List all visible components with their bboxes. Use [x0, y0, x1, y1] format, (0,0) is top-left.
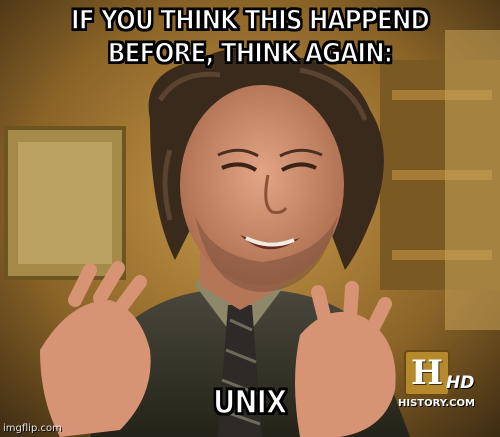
top-caption-line-1: IF YOU THINK THIS HAPPEND [70, 4, 430, 37]
channel-url: HISTORY.COM [398, 398, 475, 409]
top-caption-line-2: BEFORE, THINK AGAIN: [107, 37, 394, 70]
meme-image: IF YOU THINK THIS HAPPEND BEFORE, THINK … [0, 0, 500, 437]
bottom-caption-text: UNIX [213, 382, 289, 422]
top-caption: IF YOU THINK THIS HAPPEND BEFORE, THINK … [0, 4, 500, 70]
history-channel-logo: H [404, 350, 450, 396]
hd-badge: HD [446, 373, 475, 393]
history-logo-letter: H [410, 353, 444, 393]
imgflip-watermark: imgflip.com [3, 423, 62, 434]
